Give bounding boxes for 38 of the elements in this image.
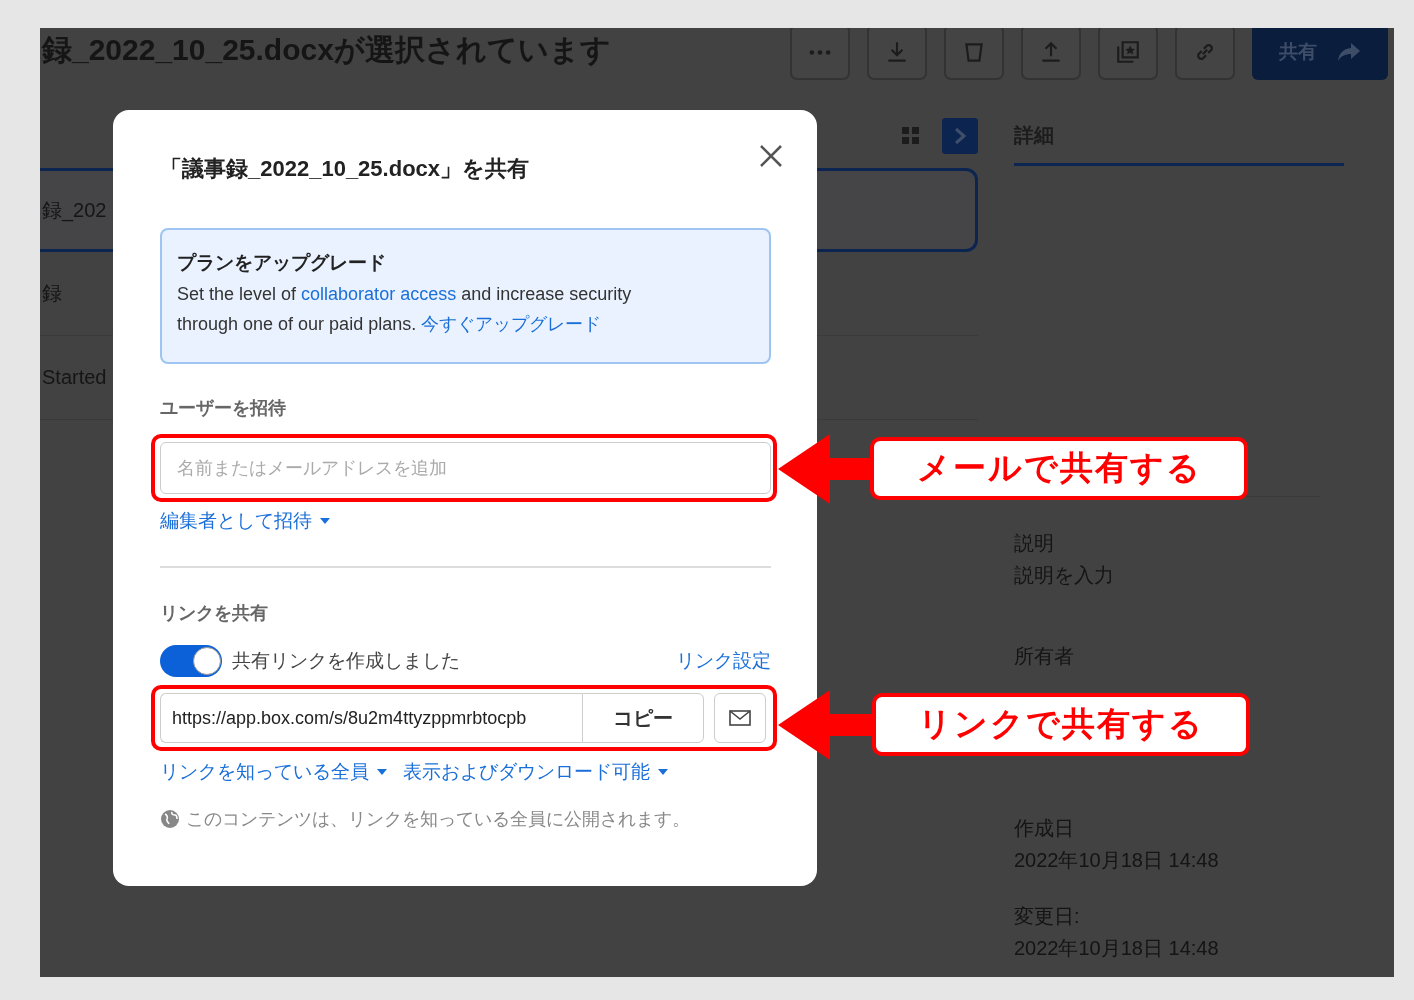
toolbar-button[interactable] — [790, 28, 850, 80]
dialog-title: 「議事録_2022_10_25.docx」を共有 — [160, 155, 531, 183]
caret-icon — [320, 518, 330, 524]
share-link-toggle[interactable] — [160, 645, 222, 677]
callout-label: リンクで共有する — [872, 693, 1250, 756]
mail-icon — [729, 710, 751, 726]
close-icon[interactable] — [759, 144, 783, 168]
section-heading: ユーザーを招待 — [160, 397, 287, 420]
upgrade-link[interactable]: 今すぐアップグレード — [421, 314, 602, 334]
section-heading: リンクを共有 — [160, 602, 269, 625]
toolbar-button[interactable] — [1021, 28, 1081, 80]
copy-button[interactable]: コピー — [582, 693, 704, 743]
caret-icon — [658, 769, 668, 775]
collaborator-access-link[interactable]: collaborator access — [301, 284, 457, 304]
url-field[interactable]: https://app.box.com/s/8u2m4ttyzppmrbtocpb — [160, 693, 582, 743]
banner-heading: プランをアップグレード — [177, 251, 387, 275]
email-button[interactable] — [714, 693, 766, 743]
grid-view-icon[interactable] — [902, 127, 920, 145]
callout-label: メールで共有する — [870, 437, 1248, 500]
toolbar-button[interactable] — [867, 28, 927, 80]
share-arrow-icon — [1337, 41, 1361, 63]
banner-text: Set the level of collaborator access and increase security through one of our paid plans. 今すぐアップグレード — [177, 283, 633, 336]
caret-icon — [377, 769, 387, 775]
link-settings-link[interactable]: リンク設定 — [676, 648, 771, 674]
expand-panel-button[interactable] — [942, 118, 978, 154]
access-dropdown[interactable]: リンクを知っている全員 — [160, 759, 387, 785]
chevron-right-icon — [953, 127, 967, 145]
toggle-label: 共有リンクを作成しました — [232, 649, 461, 673]
invite-field[interactable]: 名前またはメールアドレスを追加 — [160, 442, 771, 494]
permission-dropdown[interactable]: 表示およびダウンロード可能 — [403, 759, 668, 785]
role-dropdown[interactable]: 編集者として招待 — [160, 508, 330, 534]
toolbar-button[interactable] — [1175, 28, 1235, 80]
more-icon — [808, 48, 832, 56]
toolbar-button[interactable] — [944, 28, 1004, 80]
toolbar-button[interactable] — [1098, 28, 1158, 80]
public-notice: このコンテンツは、リンクを知っている全員に公開されます。 — [186, 808, 690, 831]
globe-icon — [160, 809, 180, 829]
star-collection-icon — [1115, 39, 1141, 65]
